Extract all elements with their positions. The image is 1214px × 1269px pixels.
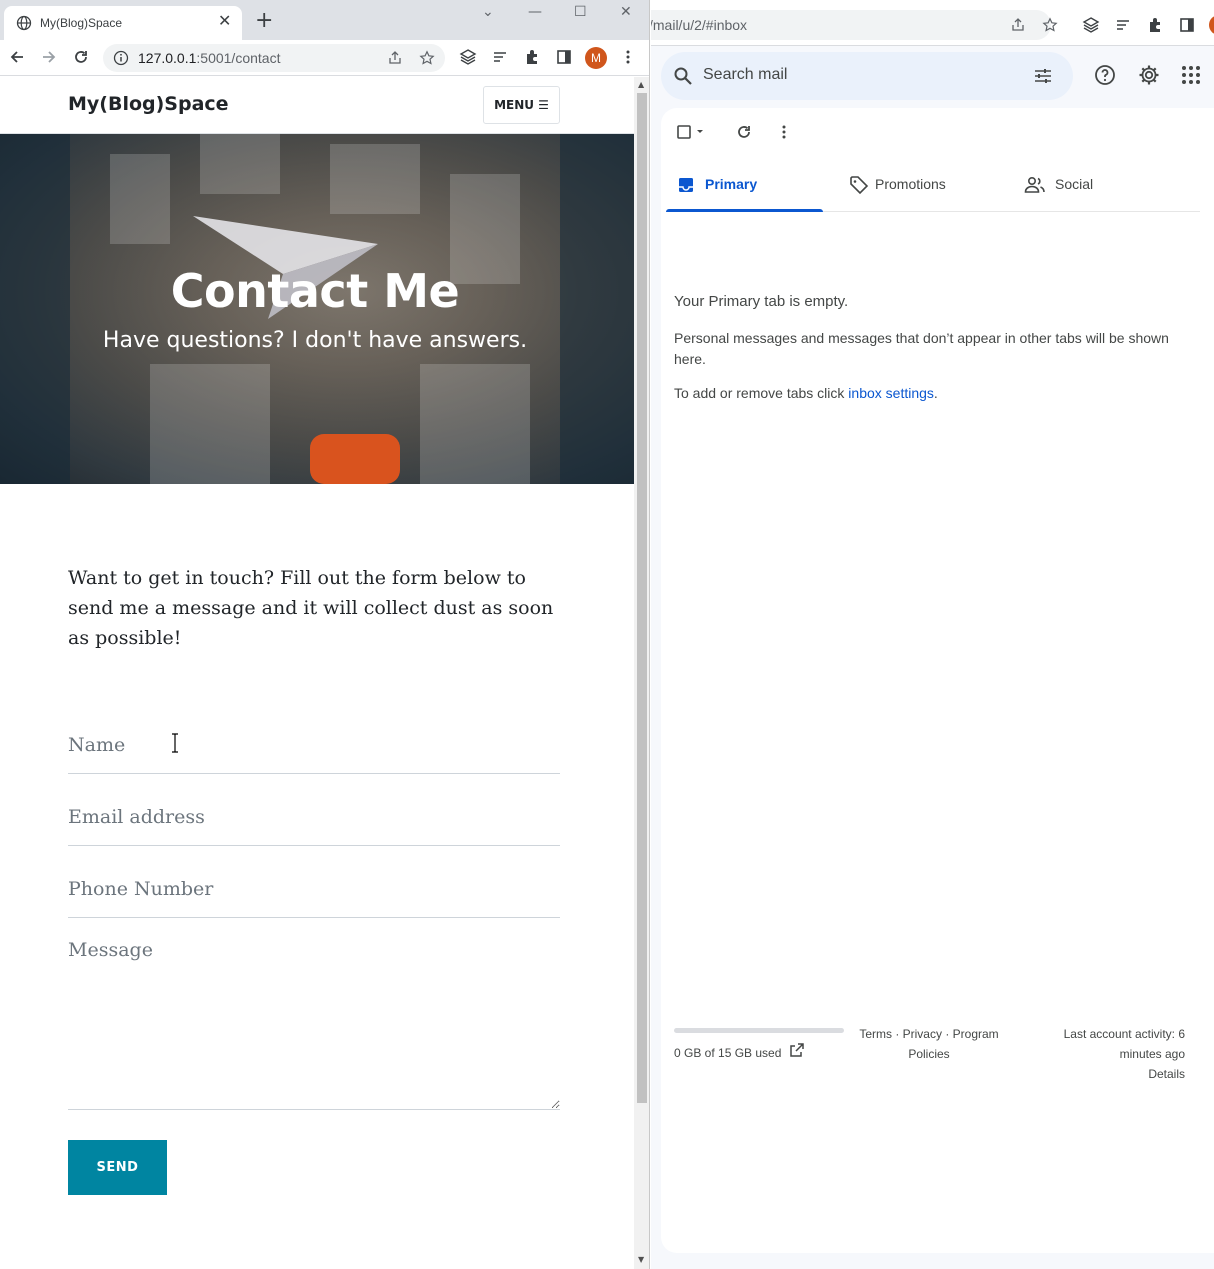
close-window-icon[interactable]: ✕ (620, 4, 632, 20)
site-info-icon[interactable] (113, 50, 129, 66)
tab-close-icon[interactable]: ✕ (218, 13, 231, 29)
side-panel-icon-right[interactable] (1178, 16, 1196, 34)
profile-avatar-right[interactable] (1209, 15, 1214, 35)
help-icon[interactable] (1093, 63, 1117, 87)
url-text: 127.0.0.1:5001/contact (138, 50, 281, 66)
globe-icon (16, 15, 32, 31)
bookmark-star-icon-right[interactable] (1042, 17, 1058, 33)
address-bar[interactable]: 127.0.0.1:5001/contact (103, 44, 445, 72)
new-tab-button[interactable]: + (255, 10, 273, 32)
share-icon-right[interactable] (1010, 17, 1026, 33)
extension-layers-icon[interactable] (459, 48, 477, 66)
settings-gear-icon[interactable] (1137, 63, 1161, 87)
tab-title: My(Blog)Space (40, 16, 123, 30)
name-field[interactable] (68, 717, 560, 774)
menu-button[interactable]: MENU ☰ (483, 86, 560, 124)
tab-search-icon[interactable]: ⌄ (482, 4, 494, 20)
tab-social-label: Social (1055, 176, 1094, 192)
inbox-settings-link[interactable]: inbox settings (848, 385, 934, 401)
share-icon[interactable] (387, 50, 403, 66)
empty-state-settings-hint: To add or remove tabs click inbox settin… (674, 385, 938, 401)
search-icon[interactable] (673, 66, 693, 86)
empty-state-title: Your Primary tab is empty. (674, 293, 849, 310)
phone-field[interactable] (68, 861, 560, 918)
storage-usage-bar (674, 1028, 844, 1033)
scroll-down-icon[interactable]: ▼ (638, 1255, 644, 1264)
page-subtitle: Have questions? I don't have answers. (102, 328, 528, 353)
text-cursor-icon (172, 733, 178, 753)
account-activity: Last account activity: 6 minutes ago Det… (1036, 1024, 1185, 1084)
site-brand[interactable]: My(Blog)Space (68, 93, 229, 115)
empty-state-description: Personal messages and messages that don’… (674, 330, 1169, 367)
send-button[interactable]: SEND (68, 1140, 167, 1195)
site-navbar: My(Blog)Space MENU ☰ (0, 77, 634, 134)
page-viewport: My(Blog)Space MENU ☰ Contact Me Have que… (0, 77, 634, 1269)
url-text-right: /mail/u/2/#inbox (651, 17, 748, 33)
reading-list-icon-right[interactable] (1114, 16, 1132, 34)
people-icon (1024, 176, 1045, 193)
profile-avatar[interactable]: M (585, 47, 607, 69)
browser-tab-active[interactable]: My(Blog)Space ✕ (4, 6, 242, 40)
back-icon[interactable] (8, 48, 26, 66)
hero-header: Contact Me Have questions? I don't have … (0, 134, 634, 484)
tab-promotions[interactable]: Promotions (841, 160, 998, 212)
extensions-puzzle-icon[interactable] (523, 48, 541, 66)
search-placeholder: Search mail (703, 66, 788, 83)
activity-details-link[interactable]: Details (1036, 1064, 1185, 1084)
browser-toolbar: 127.0.0.1:5001/contact M (0, 40, 649, 76)
select-checkbox-icon[interactable] (676, 124, 708, 140)
message-field[interactable] (68, 939, 560, 1110)
extensions-puzzle-icon-right[interactable] (1146, 16, 1164, 34)
search-input[interactable]: Search mail (661, 52, 1073, 100)
right-browser-window: /mail/u/2/#inbox Search mail Primary Pro… (651, 0, 1214, 1269)
minimize-icon[interactable]: — (528, 4, 542, 20)
scrollbar-thumb[interactable] (637, 93, 647, 1103)
search-options-icon[interactable] (1033, 66, 1053, 86)
scroll-up-icon[interactable]: ▲ (638, 80, 644, 89)
footer-policy-links[interactable]: Terms · Privacy · Program Policies (849, 1024, 1009, 1064)
account-activity-text: Last account activity: 6 minutes ago (1063, 1027, 1185, 1061)
inbox-icon (679, 178, 693, 192)
more-options-icon[interactable] (775, 123, 793, 141)
mail-list-panel: Primary Promotions Social Your Primary t… (661, 108, 1214, 1253)
tab-primary-label: Primary (705, 176, 758, 192)
active-tab-indicator (666, 209, 823, 212)
bookmark-star-icon[interactable] (419, 50, 435, 66)
gmail-header: Search mail (651, 46, 1214, 108)
browser-menu-icon[interactable] (619, 48, 637, 66)
contact-intro-text: Want to get in touch? Fill out the form … (68, 567, 554, 649)
refresh-icon[interactable] (735, 123, 753, 141)
email-field[interactable] (68, 789, 560, 846)
page-title: Contact Me (170, 264, 460, 318)
apps-grid-icon[interactable] (1179, 63, 1203, 87)
storage-usage-text: 0 GB of 15 GB used (674, 1046, 782, 1060)
extension-layers-icon-right[interactable] (1082, 16, 1100, 34)
tag-icon (850, 176, 869, 195)
wristwatch-image (310, 434, 400, 484)
address-bar-right[interactable]: /mail/u/2/#inbox (651, 10, 1051, 40)
tab-social[interactable]: Social (1016, 160, 1173, 212)
page-scrollbar[interactable]: ▲ ▼ (634, 77, 649, 1269)
browser-toolbar-right: /mail/u/2/#inbox (651, 0, 1214, 46)
left-browser-window: My(Blog)Space ✕ + ⌄ — ☐ ✕ 127.0.0.1:5001… (0, 0, 650, 1269)
tab-primary[interactable]: Primary (666, 160, 823, 212)
reload-icon[interactable] (72, 48, 90, 66)
side-panel-icon[interactable] (555, 48, 573, 66)
tab-promotions-label: Promotions (875, 176, 946, 192)
maximize-icon[interactable]: ☐ (574, 4, 587, 20)
open-in-new-icon[interactable] (789, 1042, 805, 1058)
reading-list-icon[interactable] (491, 48, 509, 66)
forward-icon[interactable] (40, 48, 58, 66)
tab-strip: My(Blog)Space ✕ + ⌄ — ☐ ✕ (0, 0, 649, 40)
